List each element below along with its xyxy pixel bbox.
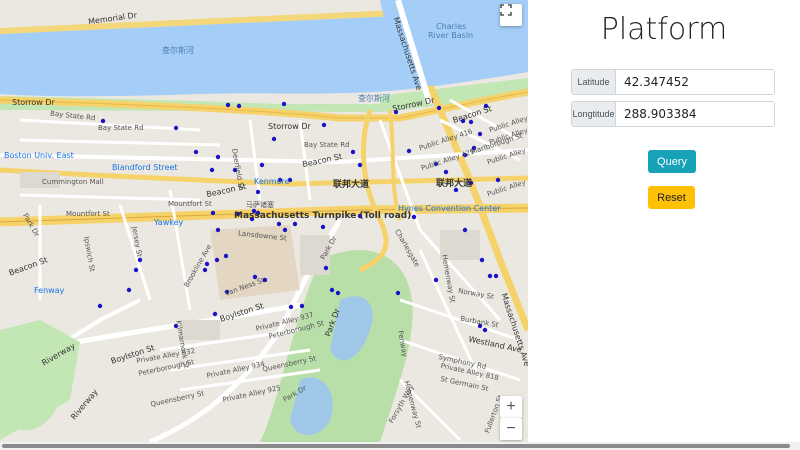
horizontal-scrollbar[interactable] [0,442,800,450]
location-marker[interactable] [292,221,298,227]
query-button[interactable]: Query [648,150,696,173]
location-marker[interactable] [477,131,483,137]
location-marker[interactable] [281,101,287,107]
location-marker[interactable] [215,154,221,160]
location-marker[interactable] [436,105,442,111]
map-view[interactable]: Memorial Dr Charles River Basin 查尔斯河 查尔斯… [0,0,528,442]
poi-label: Hynes Convention Center [398,204,501,213]
scrollbar-thumb[interactable] [2,444,790,448]
poi-label: Blandford Street [112,163,178,172]
location-marker[interactable] [193,149,199,155]
poi-label: Fenway [34,286,65,295]
location-marker[interactable] [299,303,305,309]
location-marker[interactable] [173,125,179,131]
location-marker[interactable] [236,103,242,109]
location-marker[interactable] [255,189,261,195]
location-marker[interactable] [212,311,218,317]
reset-button[interactable]: Reset [648,186,695,209]
poi-label: Kenmore [254,177,290,186]
location-marker[interactable] [210,210,216,216]
location-marker[interactable] [137,257,143,263]
location-marker[interactable] [100,118,106,124]
location-marker[interactable] [350,149,356,155]
road-label: Bay State Rd [304,141,350,149]
road-label: Mountfort St [66,210,110,218]
location-marker[interactable] [276,221,282,227]
location-marker[interactable] [133,267,139,273]
water-label: 查尔斯河 [358,94,390,103]
location-marker[interactable] [209,167,215,173]
location-marker[interactable] [479,257,485,263]
location-marker[interactable] [443,169,449,175]
road-label: Mountfort St [168,200,212,208]
location-marker[interactable] [462,227,468,233]
location-marker[interactable] [411,214,417,220]
poi-label: Boston Univ. East [4,151,74,160]
road-label: 马萨诸塞 [246,201,274,209]
road-label: 联邦大道 [436,179,473,189]
location-marker[interactable] [323,265,329,271]
location-marker[interactable] [329,287,335,293]
longitude-label: Longtitude [572,102,616,126]
location-marker[interactable] [406,148,412,154]
road-label: Cummington Mall [42,178,104,186]
location-marker[interactable] [320,224,326,230]
location-marker[interactable] [215,227,221,233]
water-label: Charles [436,22,467,31]
location-marker[interactable] [433,277,439,283]
longitude-field: Longtitude [571,101,775,127]
zoom-in-button[interactable]: + [500,396,522,418]
control-panel: Platform Latitude Longtitude Query Reset [528,0,800,442]
location-marker[interactable] [395,290,401,296]
location-marker[interactable] [482,327,488,333]
zoom-out-button[interactable]: − [500,418,522,440]
location-marker[interactable] [335,290,341,296]
location-marker[interactable] [259,162,265,168]
location-marker[interactable] [282,227,288,233]
longitude-input[interactable] [616,102,774,126]
location-marker[interactable] [223,253,229,259]
location-marker[interactable] [468,119,474,125]
page-title: Platform [600,12,728,47]
location-marker[interactable] [493,273,499,279]
poi-label: Yawkey [154,218,184,227]
location-marker[interactable] [487,273,493,279]
location-marker[interactable] [357,162,363,168]
fullscreen-icon [500,4,512,16]
fullscreen-button[interactable] [500,4,522,26]
latitude-input[interactable] [616,70,774,94]
water-label: River Basin [428,31,474,40]
latitude-field: Latitude [571,69,775,95]
location-marker[interactable] [321,122,327,128]
location-marker[interactable] [202,267,208,273]
road-label: Storrow Dr [12,98,55,107]
location-marker[interactable] [271,136,277,142]
location-marker[interactable] [225,102,231,108]
latitude-label: Latitude [572,70,616,94]
road-label: Bay State Rd [98,124,144,132]
road-label: Storrow Dr [268,122,311,131]
location-marker[interactable] [495,177,501,183]
location-marker[interactable] [214,257,220,263]
location-marker[interactable] [288,304,294,310]
location-marker[interactable] [126,287,132,293]
road-label: Massachusetts Turnpike (Toll road) [234,211,412,221]
location-marker[interactable] [204,261,210,267]
location-marker[interactable] [97,303,103,309]
water-label: 查尔斯河 [162,46,194,55]
road-label: 联邦大道 [333,180,370,190]
